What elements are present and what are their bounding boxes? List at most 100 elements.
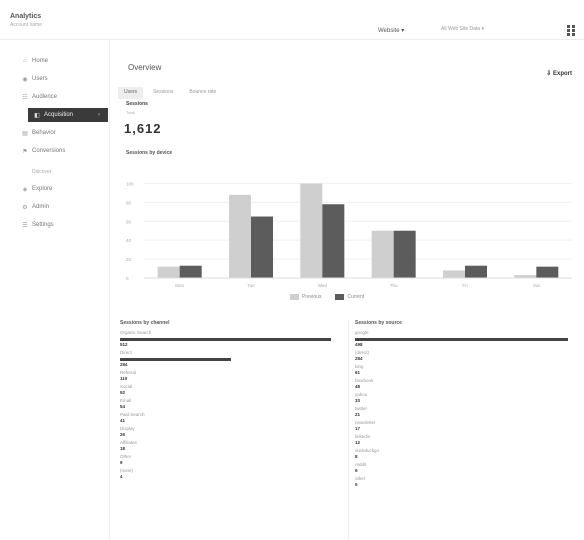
sidebar-item-conversions[interactable]: ⚑ Conversions xyxy=(0,144,110,158)
table-row[interactable]: Display 26 xyxy=(120,426,342,438)
table-row[interactable]: (direct) 284 xyxy=(355,350,572,362)
row-value: 12 xyxy=(355,440,361,445)
bar-previous-mon[interactable] xyxy=(157,266,180,278)
table-row[interactable]: Other 9 xyxy=(120,454,342,466)
row-value: 26 xyxy=(120,432,126,437)
table-row[interactable]: newsletter 17 xyxy=(355,420,572,432)
property-label: Website xyxy=(378,28,400,34)
table-row[interactable]: Direct 284 xyxy=(120,350,342,368)
y-tick-label: 20 xyxy=(126,257,132,262)
sidebar: ⌂ Home ◉ Users ☷ Audience ◧ Acquisition › ▤ Behavi… xyxy=(0,40,110,540)
tab-bar: Users Sessions Bounce rate xyxy=(118,87,222,99)
sidebar-item-explore[interactable]: ◈ Explore xyxy=(0,182,110,196)
x-tick-label: Wed xyxy=(318,283,328,288)
row-name: (none) xyxy=(120,468,134,473)
row-name: Referral xyxy=(120,370,137,375)
row-value: 61 xyxy=(355,370,361,375)
sidebar-item-label: Admin xyxy=(32,204,50,210)
table-row[interactable]: Organic Search 512 xyxy=(120,330,342,348)
sidebar-item-admin[interactable]: ⚙ Admin xyxy=(0,200,110,214)
sidebar-item-behavior[interactable]: ▤ Behavior xyxy=(0,126,110,140)
tab-users[interactable]: Users xyxy=(118,87,144,99)
table-row[interactable]: facebook 48 xyxy=(355,378,572,390)
table-row[interactable]: Paid Search 41 xyxy=(120,412,342,424)
table-row[interactable]: other 5 xyxy=(355,476,572,488)
bar-current-mon[interactable] xyxy=(179,265,202,278)
sidebar-item-label: Conversions xyxy=(32,148,66,154)
explore-icon: ◈ xyxy=(22,186,28,193)
table-row[interactable]: linkedin 12 xyxy=(355,434,572,446)
home-icon: ⌂ xyxy=(23,58,27,64)
sidebar-item-users[interactable]: ◉ Users xyxy=(0,72,110,86)
row-name: yahoo xyxy=(355,392,368,397)
x-tick-label: Sat xyxy=(533,283,541,288)
sidebar-item-acquisition[interactable]: ◧ Acquisition › xyxy=(28,108,108,122)
sidebar-item-audience[interactable]: ☷ Audience xyxy=(0,90,110,104)
apps-menu-icon[interactable] xyxy=(566,24,576,36)
row-name: (direct) xyxy=(355,350,370,355)
legend-label: Current xyxy=(347,294,365,300)
property-selector[interactable]: Website ▾ xyxy=(378,27,404,34)
bar-current-fri[interactable] xyxy=(465,265,487,278)
row-name: Paid Search xyxy=(120,412,145,417)
row-value: 33 xyxy=(355,398,361,403)
row-value: 17 xyxy=(355,426,361,431)
bar-current-sat[interactable] xyxy=(536,266,559,278)
x-tick-label: Fri xyxy=(462,283,467,288)
bar-previous-fri[interactable] xyxy=(443,270,465,278)
bar-previous-tue[interactable] xyxy=(229,194,251,278)
x-tick-label: Thu xyxy=(390,283,398,288)
table-row[interactable]: twitter 21 xyxy=(355,406,572,418)
row-name: twitter xyxy=(355,406,368,411)
export-label: Export xyxy=(552,71,572,77)
row-value: 284 xyxy=(120,362,128,367)
legend-item-current[interactable]: Current xyxy=(335,294,364,300)
source-panel-title: Sessions by source xyxy=(355,320,402,326)
channel-panel: Sessions by channel Organic Search 512 Dir… xyxy=(120,320,342,540)
sidebar-item-label: Audience xyxy=(32,94,58,100)
table-row[interactable]: reddit 6 xyxy=(355,462,572,474)
table-row[interactable]: Affiliates 18 xyxy=(120,440,342,452)
row-name: duckduckgo xyxy=(355,448,380,453)
x-tick-label: Mon xyxy=(175,283,184,288)
export-button[interactable]: ⇩ Export xyxy=(546,70,572,77)
y-tick-label: 80 xyxy=(126,200,132,205)
sidebar-item-home[interactable]: ⌂ Home xyxy=(0,54,110,68)
legend-item-previous[interactable]: Previous xyxy=(290,294,321,300)
table-row[interactable]: bing 61 xyxy=(355,364,572,376)
sidebar-item-label: Home xyxy=(32,58,49,64)
bar-current-wed[interactable] xyxy=(322,204,345,278)
tab-sessions[interactable]: Sessions xyxy=(147,87,179,99)
bar-previous-thu[interactable] xyxy=(371,230,394,278)
summary-value: 1,612 xyxy=(124,121,162,136)
sidebar-item-settings[interactable]: ☰ Settings xyxy=(0,218,110,232)
table-row[interactable]: duckduckgo 8 xyxy=(355,448,572,460)
row-name: linkedin xyxy=(355,434,371,439)
sidebar-item-label: Acquisition xyxy=(44,112,74,118)
bar-previous-wed[interactable] xyxy=(300,183,323,278)
tab-bounce-rate[interactable]: Bounce rate xyxy=(183,87,222,99)
channel-panel-title: Sessions by channel xyxy=(120,320,170,326)
table-row[interactable]: google 498 xyxy=(355,330,572,348)
row-bar xyxy=(355,338,568,341)
audience-icon: ☷ xyxy=(22,94,28,101)
bar-current-tue[interactable] xyxy=(251,216,273,278)
row-name: bing xyxy=(355,364,364,369)
row-name: Email xyxy=(120,398,132,403)
table-row[interactable]: Social 92 xyxy=(120,384,342,396)
view-label: All Web Site Data xyxy=(441,26,481,32)
settings-icon: ☰ xyxy=(22,222,28,229)
table-row[interactable]: Email 54 xyxy=(120,398,342,410)
row-value: 512 xyxy=(120,342,128,347)
bar-current-thu[interactable] xyxy=(393,230,416,278)
flag-icon: ⚑ xyxy=(22,148,28,155)
table-row[interactable]: (none) 4 xyxy=(120,468,342,480)
summary-label: Sessions xyxy=(126,101,148,107)
table-row[interactable]: Referral 110 xyxy=(120,370,342,382)
view-selector[interactable]: All Web Site Data ▾ xyxy=(441,26,484,32)
behavior-icon: ▤ xyxy=(22,130,28,137)
table-row[interactable]: yahoo 33 xyxy=(355,392,572,404)
sidebar-item-label: Explore xyxy=(32,186,53,192)
row-value: 9 xyxy=(120,460,123,465)
row-name: reddit xyxy=(355,462,367,467)
